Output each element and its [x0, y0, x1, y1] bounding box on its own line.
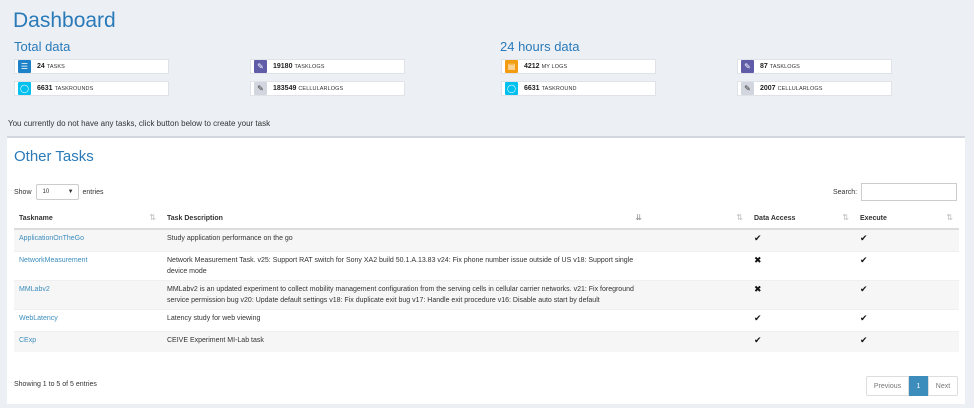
stat-mylogs-24h: ▤ 4212 MY LOGS — [501, 59, 656, 74]
stat-tasks: ☰ 24 TASKS — [14, 59, 169, 74]
stat-value: 87 — [760, 63, 768, 70]
stat-value: 6631 — [524, 85, 540, 92]
stat-label: CELLULARLOGS — [298, 85, 344, 92]
data-access-mark: ✖ — [749, 250, 855, 280]
stat-value: 19180 — [273, 63, 293, 70]
stat-label: TASKROUNDS — [54, 85, 94, 92]
stat-label: TASKLOGS — [769, 63, 800, 70]
execute-mark: ✔ — [855, 279, 959, 309]
search-control: Search: — [833, 183, 958, 201]
edit-icon: ✎ — [741, 60, 754, 73]
table-row: ApplicationOnTheGo Study application per… — [14, 228, 959, 251]
stat-label: TASKS — [46, 63, 65, 70]
task-link[interactable]: MMLabv2 — [19, 286, 50, 293]
col-description[interactable]: Task Description ⇊ — [162, 208, 648, 230]
sort-icon: ⇅ — [946, 213, 953, 222]
execute-mark: ✔ — [855, 250, 959, 280]
table-row: NetworkMeasurement Network Measurement T… — [14, 250, 959, 280]
data-access-mark: ✔ — [749, 308, 855, 331]
doc-icon: ▤ — [505, 60, 518, 73]
page-title: Dashboard — [13, 9, 116, 32]
panel-title: Other Tasks — [14, 148, 94, 165]
task-description: CEIVE Experiment MI-Lab task — [162, 330, 648, 352]
entries-select[interactable]: 10 ▼ — [35, 184, 79, 200]
stat-cellularlogs-24h: ✎ 2007 CELLULARLOGS — [737, 81, 892, 96]
header-label: Task Description — [167, 214, 223, 222]
stat-tasklogs: ✎ 19180 TASKLOGS — [250, 59, 405, 74]
table-row: CExp CEIVE Experiment MI-Lab task ✔ ✔ — [14, 330, 959, 352]
task-description: MMLabv2 is an updated experiment to coll… — [162, 279, 648, 309]
execute-mark: ✔ — [855, 228, 959, 251]
col-data-access[interactable]: Data Access ⇅ — [749, 208, 855, 230]
caret-down-icon: ▼ — [67, 189, 74, 195]
execute-mark: ✔ — [855, 308, 959, 331]
col-execute[interactable]: Execute ⇅ — [855, 208, 959, 230]
task-description: Latency study for web viewing — [162, 308, 648, 331]
search-label: Search: — [833, 188, 858, 196]
stat-cellularlogs: ✎ 183549 CELLULARLOGS — [250, 81, 405, 96]
header-label: Taskname — [19, 214, 53, 222]
task-description: Network Measurement Task. v25: Support R… — [162, 250, 648, 280]
sort-desc-icon: ⇊ — [635, 213, 642, 222]
header-label: Execute — [860, 214, 887, 222]
previous-button[interactable]: Previous — [866, 376, 909, 396]
no-tasks-notice: You currently do not have any tasks, cli… — [8, 119, 271, 128]
stat-tasklogs-24h: ✎ 87 TASKLOGS — [737, 59, 892, 74]
total-data-title: Total data — [14, 39, 71, 54]
stat-taskround-24h: ◯ 6631 TASKROUND — [501, 81, 656, 96]
col-blank[interactable]: ⇅ — [648, 208, 749, 230]
sort-icon: ⇅ — [842, 213, 849, 222]
refresh-icon: ◯ — [505, 82, 518, 95]
pagination: Previous 1 Next — [866, 376, 958, 396]
task-link[interactable]: NetworkMeasurement — [19, 257, 87, 264]
stat-value: 6631 — [37, 85, 53, 92]
other-tasks-panel: Other Tasks Show 10 ▼ entries Search: Ta… — [7, 136, 965, 404]
task-link[interactable]: CExp — [19, 337, 36, 344]
stat-value: 2007 — [760, 85, 776, 92]
stat-value: 24 — [37, 63, 45, 70]
next-button[interactable]: Next — [928, 376, 958, 396]
edit-icon: ✎ — [254, 82, 267, 95]
stat-taskrounds: ◯ 6631 TASKROUNDS — [14, 81, 169, 96]
entries-value: 10 — [42, 189, 50, 195]
sort-icon: ⇅ — [736, 213, 743, 222]
page-1-button[interactable]: 1 — [909, 376, 928, 396]
show-label: Show — [14, 188, 32, 196]
execute-mark: ✔ — [855, 330, 959, 352]
stat-label: TASKLOGS — [294, 63, 325, 70]
task-link[interactable]: WebLatency — [19, 315, 58, 322]
stat-value: 183549 — [273, 85, 297, 92]
list-icon: ☰ — [18, 60, 31, 73]
stat-label: CELLULARLOGS — [777, 85, 823, 92]
table-row: WebLatency Latency study for web viewing… — [14, 308, 959, 331]
header-label: Data Access — [754, 214, 796, 222]
refresh-icon: ◯ — [18, 82, 31, 95]
task-link[interactable]: ApplicationOnTheGo — [19, 235, 84, 242]
sort-icon: ⇅ — [149, 213, 156, 222]
search-input[interactable] — [861, 183, 958, 201]
data-access-mark: ✔ — [749, 330, 855, 352]
tasks-table: Taskname ⇅ Task Description ⇊ ⇅ Data Acces… — [14, 208, 959, 352]
entries-label: entries — [82, 188, 104, 196]
data-access-mark: ✖ — [749, 279, 855, 309]
hours-data-title: 24 hours data — [500, 39, 580, 54]
table-row: MMLabv2 MMLabv2 is an updated experiment… — [14, 279, 959, 309]
table-info: Showing 1 to 5 of 5 entries — [14, 381, 97, 388]
data-access-mark: ✔ — [749, 228, 855, 251]
stat-label: MY LOGS — [541, 63, 568, 70]
edit-icon: ✎ — [741, 82, 754, 95]
entries-length-control: Show 10 ▼ entries — [14, 184, 104, 200]
task-description: Study application performance on the go — [162, 228, 648, 251]
stat-value: 4212 — [524, 63, 540, 70]
edit-icon: ✎ — [254, 60, 267, 73]
stat-label: TASKROUND — [541, 85, 577, 92]
col-taskname[interactable]: Taskname ⇅ — [14, 208, 162, 230]
